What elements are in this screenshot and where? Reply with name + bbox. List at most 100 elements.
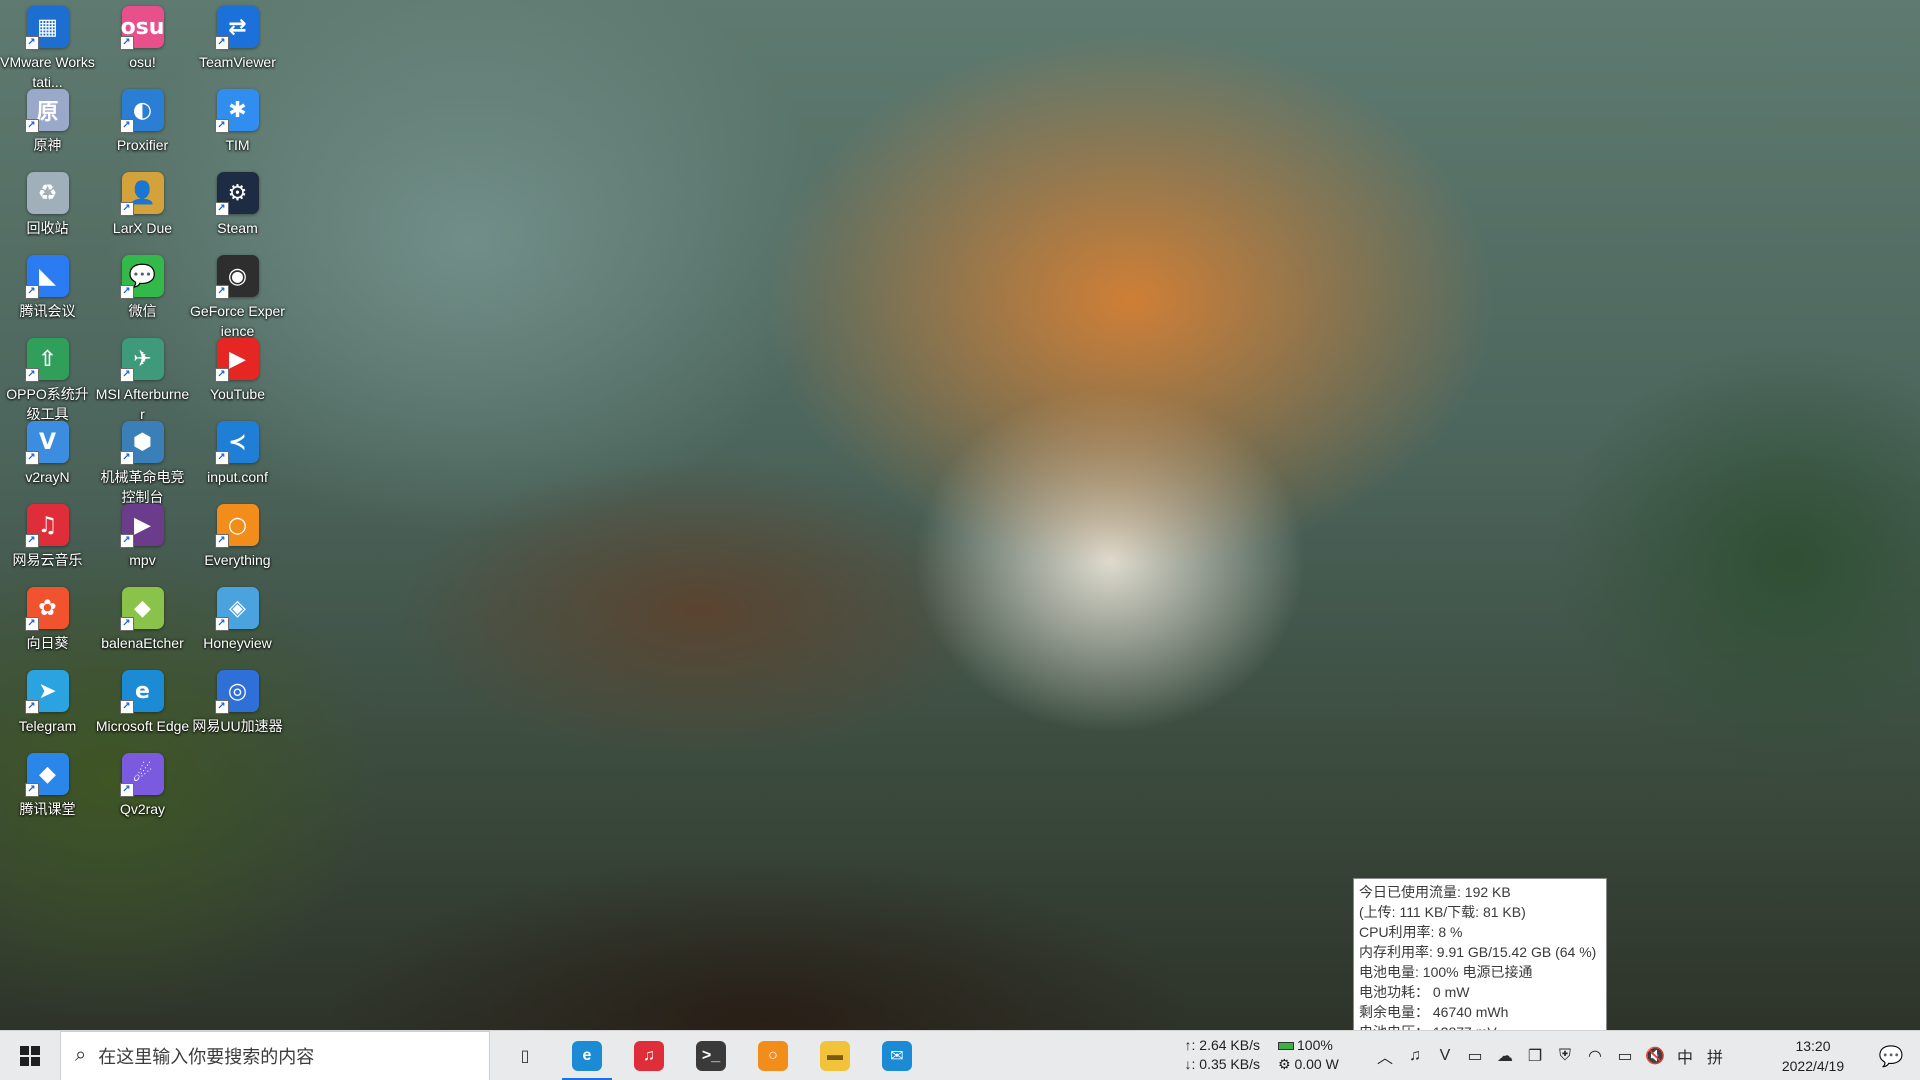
battery-monitor[interactable]: 100% ⚙ 0.00 W	[1278, 1036, 1339, 1074]
desktop-icon-label: v2rayN	[25, 469, 70, 485]
desktop-icon-label: 网易云音乐	[12, 552, 83, 568]
taskbar-app-netease-music[interactable]: ♫	[618, 1031, 680, 1080]
tooltip-line-up-down: (上传: 111 KB/下载: 81 KB)	[1359, 904, 1526, 920]
desktop-icon-label: 腾讯课堂	[19, 801, 76, 817]
clock-date: 2022/4/19	[1781, 1058, 1845, 1074]
taskbar-app-task-view[interactable]: ▯	[494, 1031, 556, 1080]
input-language-icon[interactable]: 中	[1670, 1031, 1700, 1080]
shortcut-arrow-icon: ↗	[214, 119, 229, 133]
taskbar-app-mail[interactable]: ✉	[866, 1031, 928, 1080]
battery-tray-icon[interactable]: ▭	[1610, 1031, 1640, 1080]
app-icon: V ↗	[24, 421, 69, 465]
taskbar-app-terminal[interactable]: >_	[680, 1031, 742, 1080]
desktop-icon-label: input.conf	[207, 469, 268, 485]
shortcut-arrow-icon: ↗	[24, 700, 39, 714]
shortcut-arrow-icon: ↗	[214, 700, 229, 714]
desktop-icon-label: Qv2ray	[119, 801, 166, 817]
start-button[interactable]	[0, 1031, 60, 1080]
desktop-icon-label: Steam	[217, 220, 258, 236]
terminal-icon: >_	[696, 1040, 726, 1071]
shortcut-arrow-icon: ↗	[119, 617, 134, 631]
app-icon: 原 ↗	[24, 89, 69, 133]
app-icon: ▦ ↗	[24, 6, 69, 50]
taskbar-app-edge[interactable]: e	[556, 1031, 618, 1080]
shortcut-arrow-icon: ↗	[24, 617, 39, 631]
wifi-icon[interactable]: ◠	[1580, 1031, 1610, 1080]
taskbar-app-everything[interactable]: ○	[742, 1031, 804, 1080]
app-icon: ➤ ↗	[24, 670, 69, 714]
search-icon: ⌕	[75, 1044, 87, 1066]
power-draw: 0.00 W	[1294, 1056, 1339, 1072]
desktop-icon-腾讯课堂[interactable]: ◆ ↗ 腾讯课堂	[0, 749, 95, 849]
tooltip-line-cpu: CPU利用率: 8 %	[1359, 924, 1463, 940]
shortcut-arrow-icon: ↗	[24, 119, 39, 133]
app-icon: ⇄ ↗	[214, 6, 259, 50]
edge-icon: e	[572, 1040, 602, 1071]
notification-center-button[interactable]: 💬	[1866, 1031, 1916, 1080]
app-icon: ◆ ↗	[119, 587, 164, 631]
monitor-tray-icon[interactable]: ▭	[1460, 1031, 1490, 1080]
app-icon: ◐ ↗	[119, 89, 164, 133]
download-speed: ↓: 0.35 KB/s	[1184, 1056, 1260, 1072]
onedrive-icon[interactable]: ☁	[1490, 1031, 1520, 1080]
app-icon: ☄ ↗	[119, 753, 164, 797]
taskbar-clock[interactable]: 13:20 2022/4/19	[1768, 1036, 1858, 1076]
app-icon: ◆ ↗	[24, 753, 69, 797]
task-view-icon: ▯	[510, 1040, 540, 1071]
volume-muted-icon[interactable]: 🔇	[1640, 1031, 1670, 1080]
clock-time: 13:20	[1795, 1038, 1831, 1054]
desktop-icon-label: LarX Due	[112, 220, 173, 236]
app-icon: ◎ ↗	[214, 670, 259, 714]
security-tray-icon[interactable]: ⛨	[1550, 1031, 1580, 1080]
v2ray-tray-icon[interactable]: V	[1430, 1031, 1460, 1080]
app-icon: e ↗	[119, 670, 164, 714]
desktop-icon-label: 微信	[128, 303, 157, 319]
app-icon: ≺ ↗	[214, 421, 259, 465]
app-icon: ✈ ↗	[119, 338, 164, 382]
app-icon: osu ↗	[119, 6, 164, 50]
desktop-icon-label: YouTube	[209, 386, 265, 402]
desktop-icon-label: 原神	[33, 137, 62, 153]
shortcut-arrow-icon: ↗	[24, 368, 39, 382]
system-tray: ︿ ♫ V ▭ ☁ ❐ ⛨ ◠ ▭ 🔇 中拼	[1370, 1031, 1730, 1080]
shortcut-arrow-icon: ↗	[119, 451, 134, 465]
app-icon: ○ ↗	[214, 504, 259, 548]
taskbar-pinned-apps: ▯ e ♫ >_ ○ ▬ ✉	[494, 1031, 928, 1080]
input-method-icon[interactable]: 拼	[1700, 1031, 1730, 1080]
shortcut-arrow-icon: ↗	[214, 368, 229, 382]
tooltip-line-power: 电池功耗： 0 mW	[1359, 984, 1470, 1000]
clipboard-tray-icon[interactable]: ❐	[1520, 1031, 1550, 1080]
shortcut-arrow-icon: ↗	[24, 285, 39, 299]
show-hidden-icons-icon[interactable]: ︿	[1370, 1031, 1400, 1080]
shortcut-arrow-icon: ↗	[24, 783, 39, 797]
desktop-icon-label: 回收站	[26, 220, 69, 236]
taskbar-app-file-explorer[interactable]: ▬	[804, 1031, 866, 1080]
desktop-icon-label: TeamViewer	[199, 54, 276, 70]
tooltip-line-remaining: 剩余电量： 46740 mWh	[1359, 1004, 1509, 1020]
desktop-icon-label: Proxifier	[116, 137, 169, 153]
desktop-icon-qv2ray[interactable]: ☄ ↗ Qv2ray	[95, 749, 190, 849]
network-speed-monitor[interactable]: ↑: 2.64 KB/s ↓: 0.35 KB/s	[1170, 1036, 1260, 1074]
shortcut-arrow-icon: ↗	[214, 534, 229, 548]
desktop-icon-label: Microsoft Edge	[95, 718, 190, 734]
desktop-icon-网易uu加速器[interactable]: ◎ ↗ 网易UU加速器	[190, 666, 285, 766]
shortcut-arrow-icon: ↗	[24, 451, 39, 465]
app-icon: ◉ ↗	[214, 255, 259, 299]
netease-music-icon: ♫	[634, 1040, 664, 1071]
shortcut-arrow-icon: ↗	[24, 534, 39, 548]
shortcut-arrow-icon: ↗	[119, 119, 134, 133]
shortcut-arrow-icon: ↗	[24, 36, 39, 50]
taskbar: ⌕ 在这里输入你要搜索的内容 ▯ e ♫ >_ ○ ▬ ✉ ↑: 2.64 KB/s ↓: …	[0, 1030, 1920, 1080]
notification-icon: 💬	[1878, 1045, 1904, 1068]
app-icon: ✿ ↗	[24, 587, 69, 631]
shortcut-arrow-icon: ↗	[214, 285, 229, 299]
search-placeholder: 在这里输入你要搜索的内容	[98, 1046, 315, 1067]
mail-icon: ✉	[882, 1040, 912, 1071]
taskbar-search-box[interactable]: ⌕ 在这里输入你要搜索的内容	[60, 1030, 490, 1080]
netease-tray-icon[interactable]: ♫	[1400, 1031, 1430, 1080]
desktop-icon-label: TIM	[225, 137, 250, 153]
traffic-monitor-tooltip: 今日已使用流量: 192 KB (上传: 111 KB/下载: 81 KB) C…	[1353, 878, 1607, 1041]
app-icon: ♫ ↗	[24, 504, 69, 548]
tooltip-line-battery: 电池电量: 100% 电源已接通	[1359, 964, 1533, 980]
desktop-icon-label: 网易UU加速器	[192, 718, 283, 734]
